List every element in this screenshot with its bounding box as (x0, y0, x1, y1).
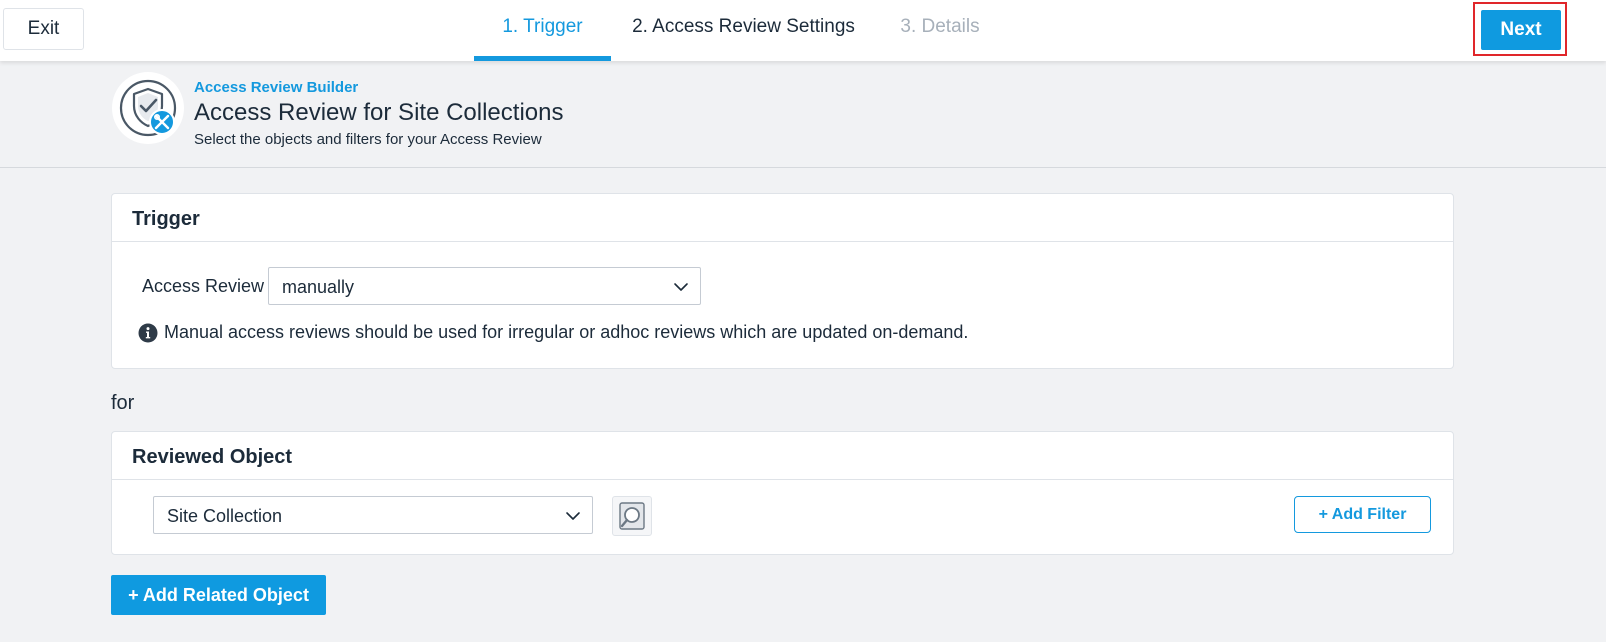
chevron-down-icon (566, 512, 580, 520)
builder-eyebrow: Access Review Builder (194, 79, 359, 96)
reviewed-object-select-value: Site Collection (167, 506, 283, 526)
page-title: Access Review for Site Collections (194, 99, 564, 126)
add-filter-button[interactable]: + Add Filter (1294, 496, 1431, 533)
page-header: Access Review Builder Access Review for … (0, 61, 1606, 168)
info-circle-icon (138, 323, 158, 342)
trigger-select[interactable]: manually (268, 267, 701, 305)
access-review-label: Access Review (142, 276, 265, 296)
add-related-object-button[interactable]: + Add Related Object (111, 575, 326, 615)
reviewed-object-card-title: Reviewed Object (112, 432, 1453, 480)
step-details: 3. Details (900, 16, 980, 37)
reviewed-object-card: Reviewed Object Site Collection + Add Fi… (111, 431, 1454, 555)
chevron-down-icon (674, 283, 688, 291)
object-search-icon (619, 502, 645, 530)
trigger-card: Trigger Access Review manually Manual ac… (111, 193, 1454, 369)
page-subtitle: Select the objects and filters for your … (194, 131, 542, 148)
trigger-info-text: Manual access reviews should be used for… (164, 322, 969, 342)
for-label: for (111, 392, 135, 414)
object-search-button[interactable] (612, 496, 652, 536)
next-button[interactable]: Next (1481, 10, 1561, 50)
exit-button[interactable]: Exit (3, 8, 84, 50)
next-button-highlight: Next (1473, 2, 1567, 56)
top-bar: Exit 1. Trigger 2. Access Review Setting… (0, 0, 1606, 61)
trigger-card-title: Trigger (112, 194, 1453, 242)
trigger-select-value: manually (282, 277, 355, 297)
trigger-info: Manual access reviews should be used for… (138, 322, 968, 343)
shield-check-tools-icon (112, 72, 184, 144)
step-access-review-settings[interactable]: 2. Access Review Settings (626, 0, 861, 61)
step-trigger[interactable]: 1. Trigger (474, 0, 611, 61)
reviewed-object-select[interactable]: Site Collection (153, 496, 593, 534)
